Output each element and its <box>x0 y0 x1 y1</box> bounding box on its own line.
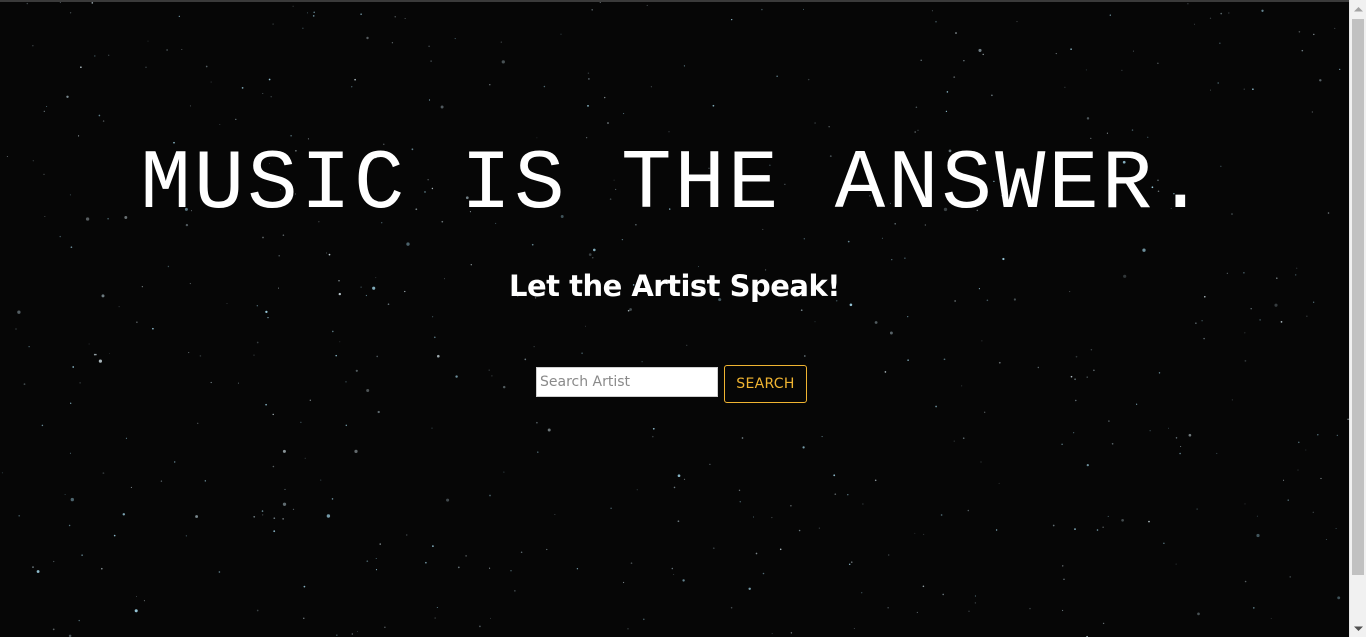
page: MUSIC IS THE ANSWER. Let the Artist Spea… <box>0 0 1366 637</box>
search-artist-input[interactable] <box>536 367 718 397</box>
search-button[interactable]: SEARCH <box>724 365 807 403</box>
hero-subtitle: Let the Artist Speak! <box>508 269 841 303</box>
scrollbar-thumb[interactable] <box>1352 19 1364 575</box>
vertical-scrollbar[interactable] <box>1349 0 1366 637</box>
chevron-up-icon[interactable] <box>1350 0 1366 17</box>
starfield-background <box>0 2 1349 637</box>
hero-title: MUSIC IS THE ANSWER. <box>140 138 1209 233</box>
chevron-down-icon[interactable] <box>1350 620 1366 637</box>
